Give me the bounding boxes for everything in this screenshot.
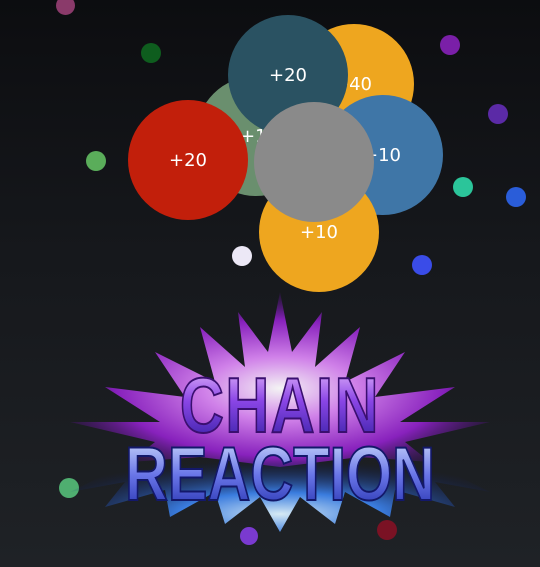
particle — [453, 177, 473, 197]
ball-plus-20-red: +20 — [128, 100, 248, 220]
ball-score: +10 — [300, 221, 338, 243]
particle — [412, 255, 432, 275]
particle — [232, 246, 252, 266]
particle — [440, 35, 460, 55]
particle — [506, 187, 526, 207]
ball-blank-gray — [254, 102, 374, 222]
game-board[interactable]: +10 +40 +10 +20 +10 +20 — [0, 0, 540, 567]
particle — [141, 43, 161, 63]
logo-line-reaction: REACTION — [125, 432, 435, 517]
chain-reaction-logo: CHAIN REACTION — [70, 292, 490, 532]
particle — [56, 0, 75, 15]
particle — [86, 151, 106, 171]
particle — [488, 104, 508, 124]
ball-score: +20 — [269, 64, 307, 86]
ball-score: +20 — [169, 149, 207, 171]
